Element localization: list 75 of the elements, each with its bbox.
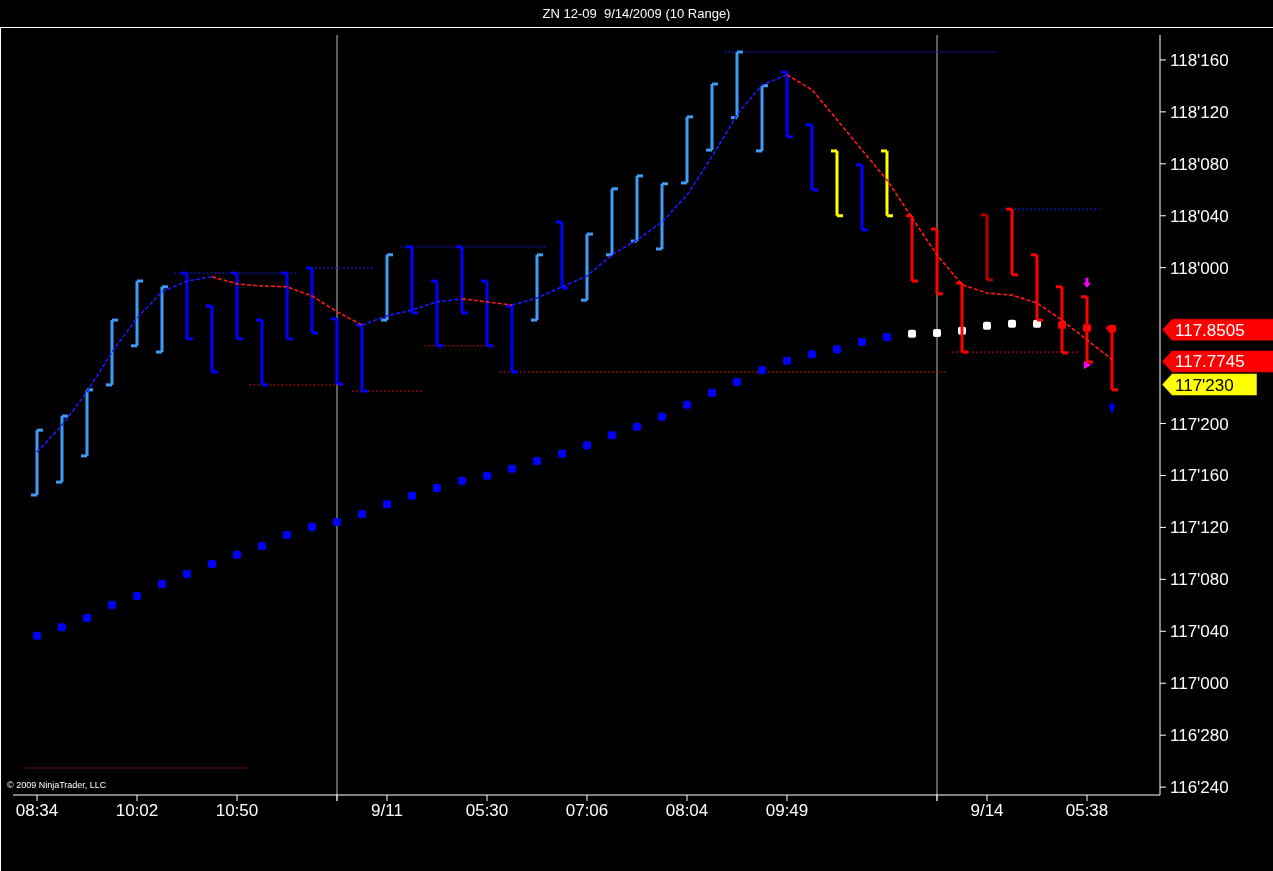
- axis-label: 09:49: [765, 801, 809, 820]
- price-bar: [881, 149, 893, 218]
- axis-label: 05:38: [1065, 801, 1109, 820]
- price-bar: [706, 82, 718, 152]
- price-flag: 117.8505: [1161, 318, 1273, 342]
- axis-label: 117'160: [1170, 466, 1229, 486]
- axis-label: 10:50: [215, 801, 259, 820]
- axis-label: 117'120: [1170, 518, 1229, 538]
- axis-label: 117'000: [1170, 674, 1229, 694]
- price-bar: [756, 84, 768, 153]
- price-flag: 117.7745: [1161, 350, 1273, 373]
- price-bar: [306, 266, 318, 335]
- price-bar: [731, 50, 743, 120]
- axis-label: 117'080: [1170, 570, 1229, 590]
- price-bar: [506, 304, 518, 374]
- price-bar: [406, 245, 418, 315]
- axis-label: 116'240: [1170, 778, 1229, 798]
- price-bar: [656, 182, 668, 251]
- copyright-text: © 2009 NinjaTrader, LLC: [7, 780, 107, 790]
- axis-label: 118'160: [1170, 50, 1229, 70]
- down-arrow-icon: [1083, 277, 1091, 288]
- axis-label: 07:06: [565, 801, 609, 820]
- price-bar: [456, 245, 468, 315]
- axis-label: 9/14: [970, 801, 1004, 820]
- price-bar: [806, 123, 818, 192]
- price-bar: [156, 285, 168, 354]
- price-bar: [781, 70, 793, 139]
- price-bar: [1106, 326, 1118, 392]
- price-bar: [381, 253, 393, 322]
- axis-label: 116'280: [1170, 726, 1229, 746]
- triangle-icon: [1084, 360, 1091, 369]
- price-bar: [856, 163, 868, 232]
- axis-label: 9/11: [371, 801, 403, 820]
- price-bar: [1056, 285, 1068, 355]
- level-line: [351, 390, 423, 392]
- axis-label: 118'080: [1170, 154, 1229, 174]
- axis-label: 08:04: [665, 801, 709, 820]
- price-bar: [931, 227, 943, 296]
- price-bar: [81, 388, 93, 458]
- price-bar: [256, 318, 268, 387]
- price-bar: [981, 213, 993, 282]
- price-bar: [206, 304, 218, 374]
- price-bar: [181, 271, 193, 341]
- price-bar: [1081, 295, 1093, 364]
- axis-label: 117'040: [1170, 622, 1229, 642]
- price-bar: [906, 214, 918, 283]
- price-bar: [581, 232, 593, 302]
- axis-label: 118'120: [1170, 102, 1229, 122]
- price-bar: [281, 271, 293, 341]
- price-flag: 117'230: [1161, 373, 1258, 396]
- price-bar: [31, 428, 43, 497]
- price-bar: [606, 187, 618, 257]
- price-bar: [556, 220, 568, 290]
- price-bar: [106, 318, 118, 387]
- axis-label: 118'040: [1170, 206, 1229, 226]
- axis-label: 10:02: [115, 801, 159, 820]
- price-bar: [431, 279, 443, 348]
- price-bar: [131, 279, 143, 348]
- axis-label: 117'200: [1170, 414, 1229, 434]
- price-bar: [681, 115, 693, 185]
- price-bar: [231, 271, 243, 341]
- axis-label: 08:34: [15, 801, 59, 820]
- up-arrow-icon: [1108, 402, 1116, 413]
- price-bar: [831, 149, 843, 218]
- price-bar: [1006, 207, 1018, 277]
- axis-label: 05:30: [465, 801, 509, 820]
- price-bar: [56, 414, 68, 484]
- price-bar: [631, 174, 643, 243]
- price-bar: [531, 253, 543, 322]
- axis-label: 118'000: [1170, 258, 1229, 278]
- price-bar: [1031, 253, 1043, 322]
- price-bar: [481, 279, 493, 348]
- price-bar: [331, 317, 343, 386]
- chart-title: ZN 12-09 9/14/2009 (10 Range): [542, 4, 731, 23]
- price-bar: [356, 323, 368, 393]
